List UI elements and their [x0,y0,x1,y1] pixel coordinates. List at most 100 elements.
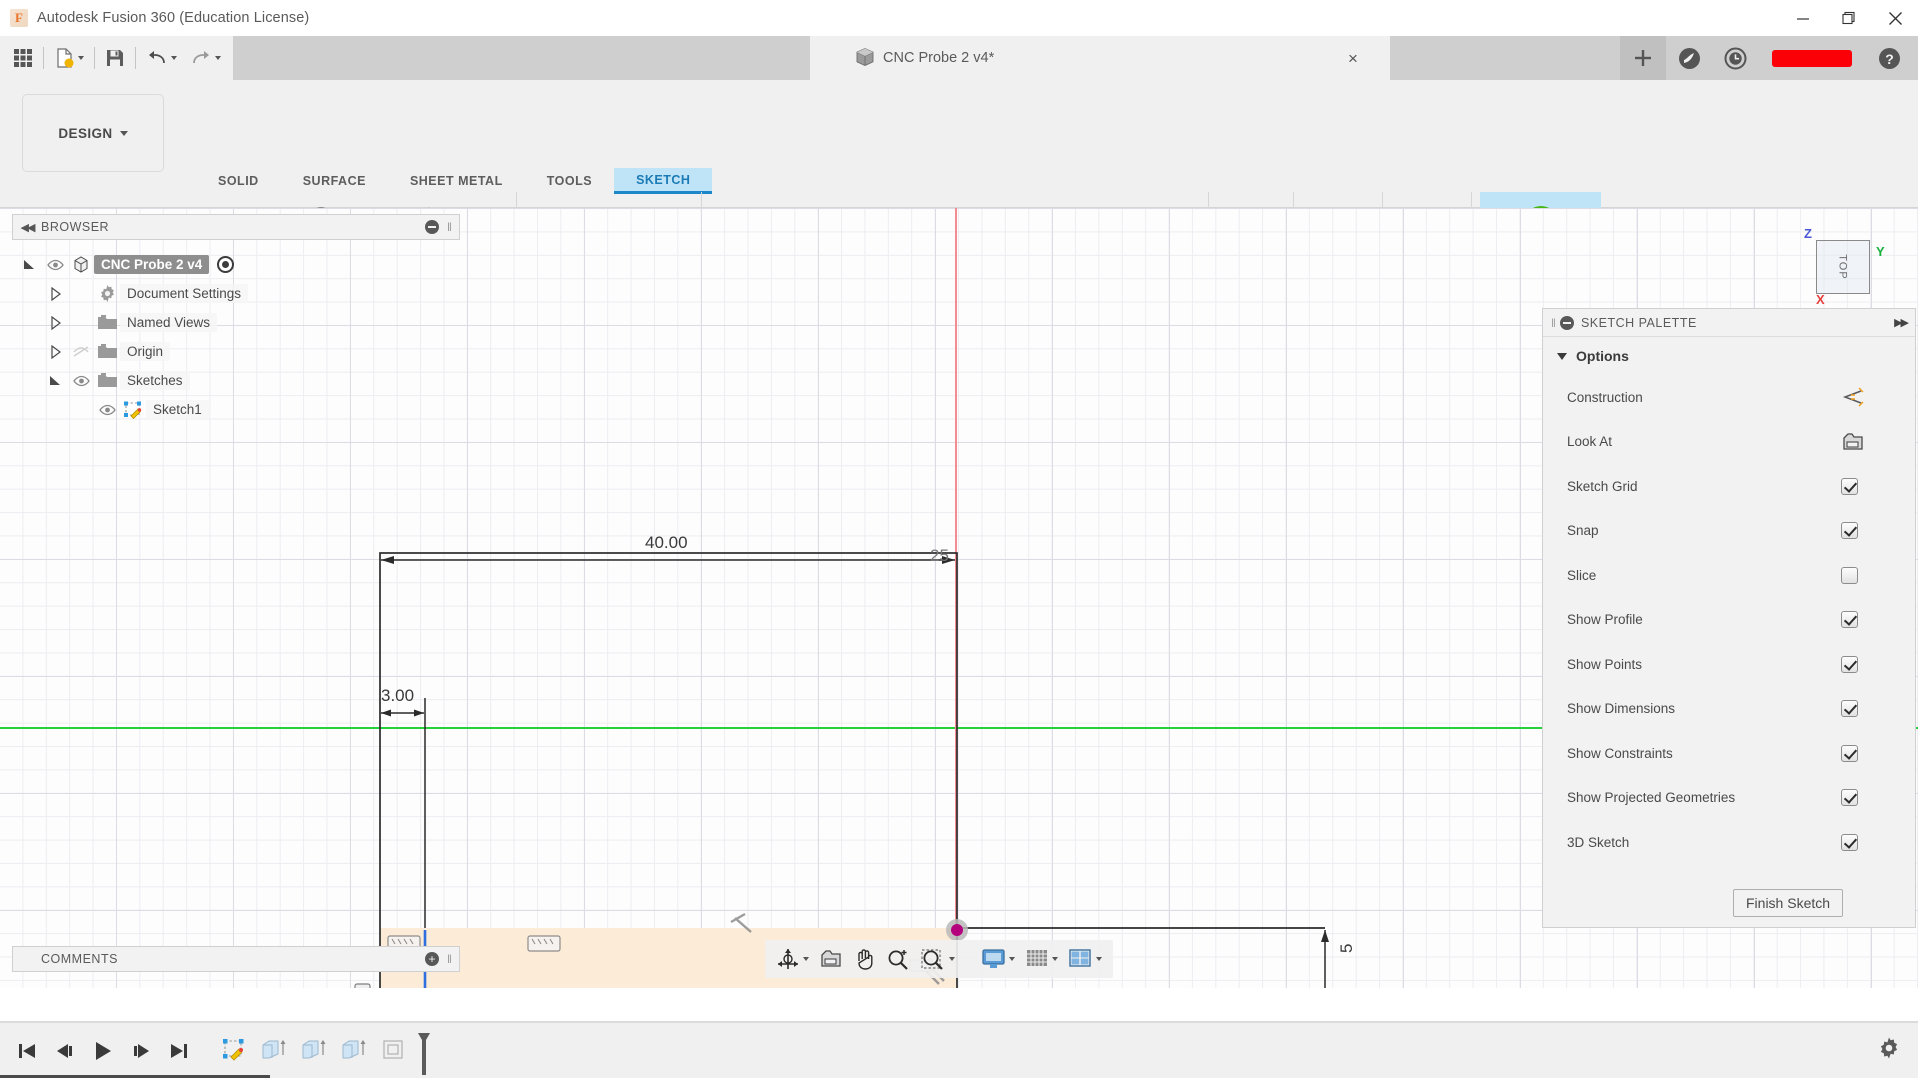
gear-icon[interactable] [1876,1035,1902,1061]
minimize-panel-icon[interactable] [425,220,439,234]
workspace-switcher[interactable]: DESIGN [22,94,164,172]
panel-grip-icon[interactable]: ‖ [447,952,455,966]
show-projected-geometries-checkbox[interactable] [1841,789,1858,807]
palette-row-show-constraints[interactable]: Show Constraints [1543,731,1915,776]
minimize-icon[interactable] [1780,0,1826,36]
activate-component-radio[interactable] [217,256,235,273]
undo-icon[interactable] [139,40,183,76]
palette-row-show-points[interactable]: Show Points [1543,642,1915,687]
twisty-closed-icon[interactable] [44,315,68,330]
show-profile-checkbox[interactable] [1841,611,1858,629]
tab-solid[interactable]: SOLID [196,168,281,194]
pan-hand-icon[interactable] [848,940,881,978]
snap-checkbox[interactable] [1841,522,1858,540]
step-forward-icon[interactable] [122,1033,160,1069]
dimension-3[interactable]: 3.00 [381,686,414,706]
visibility-eye-icon[interactable] [42,259,68,271]
timeline-marker[interactable] [414,1031,434,1075]
palette-row-sketch-grid[interactable]: Sketch Grid [1543,464,1915,509]
twisty-open-icon[interactable] [18,258,42,272]
tab-sheet-metal[interactable]: SHEET METAL [388,168,525,194]
twisty-open-icon[interactable] [44,374,68,388]
visibility-hidden-icon[interactable] [68,345,94,358]
grid-snap-icon[interactable] [1020,940,1063,978]
tab-tools[interactable]: TOOLS [525,168,614,194]
dimension-25[interactable]: 25 [930,546,949,566]
timeline-shell-feature[interactable] [374,1031,414,1069]
step-back-icon[interactable] [46,1033,84,1069]
palette-row-show-dimensions[interactable]: Show Dimensions [1543,687,1915,732]
timeline-extrude-feature[interactable] [294,1031,334,1069]
show-constraints-checkbox[interactable] [1841,744,1858,762]
zoom-icon[interactable] [881,940,915,978]
dimension-5[interactable]: 5 [1337,944,1357,953]
tab-surface[interactable]: SURFACE [281,168,388,194]
tab-sketch[interactable]: SKETCH [614,168,713,194]
play-icon[interactable] [84,1033,122,1069]
palette-row-slice[interactable]: Slice [1543,553,1915,598]
palette-row-construction[interactable]: Construction [1543,375,1915,420]
palette-row-show-projected-geometries[interactable]: Show Projected Geometries [1543,776,1915,821]
3d-sketch-checkbox[interactable] [1841,833,1858,851]
view-cube-face[interactable]: TOP [1816,240,1870,294]
redo-icon[interactable] [183,40,227,76]
comments-panel[interactable]: COMMENTS + ‖ [12,946,460,972]
visibility-eye-icon[interactable] [94,404,120,416]
app-logo-icon: F [10,9,28,27]
timeline-extrude-feature[interactable] [334,1031,374,1069]
tree-item-sketches[interactable]: Sketches [18,366,458,395]
skip-start-icon[interactable] [8,1033,46,1069]
show-dimensions-checkbox[interactable] [1841,700,1858,718]
collapse-icon[interactable]: ◀◀ [13,221,41,234]
twisty-closed-icon[interactable] [44,286,68,301]
twisty-closed-icon[interactable] [44,344,68,359]
viewports-icon[interactable] [1063,940,1107,978]
panel-grip-icon[interactable]: ‖ [1551,316,1556,330]
skip-end-icon[interactable] [160,1033,198,1069]
tree-item-label: Document Settings [120,284,249,303]
palette-row-look-at[interactable]: Look At [1543,420,1915,465]
dimension-40[interactable]: 40.00 [645,533,688,553]
chevron-down-icon [1096,957,1102,961]
options-section-header[interactable]: Options [1543,337,1915,375]
palette-row-snap[interactable]: Snap [1543,509,1915,554]
tree-item-origin[interactable]: Origin [18,337,458,366]
sketch-grid-checkbox[interactable] [1841,477,1858,495]
palette-row-show-profile[interactable]: Show Profile [1543,598,1915,643]
zoom-window-icon[interactable] [915,940,960,978]
close-icon[interactable]: × [1344,49,1362,67]
minimize-panel-icon[interactable] [1559,315,1574,330]
tree-item-sketch1[interactable]: Sketch1 [18,395,458,424]
recent-clock-icon[interactable] [1712,36,1758,80]
new-file-icon[interactable] [47,40,91,76]
show-points-checkbox[interactable] [1841,655,1858,673]
timeline-extrude-feature[interactable] [254,1031,294,1069]
tree-item-cnc-probe[interactable]: CNC Probe 2 v4 [18,250,458,279]
panel-grip-icon[interactable]: ‖ [447,220,455,234]
finish-sketch-button[interactable]: Finish Sketch [1733,889,1844,917]
job-status-icon[interactable] [1666,36,1712,80]
visibility-eye-icon[interactable] [68,375,94,387]
slice-checkbox[interactable] [1841,566,1858,584]
tree-item-named-views[interactable]: Named Views [18,308,458,337]
look-at-icon[interactable] [814,940,848,978]
tree-item-document-settings[interactable]: Document Settings [18,279,458,308]
grid-apps-icon[interactable] [6,40,40,76]
view-cube[interactable]: Z Y X TOP [1790,218,1898,314]
row-label: Show Points [1567,656,1643,672]
timeline-sketch-feature[interactable] [214,1031,254,1069]
palette-row-3d-sketch[interactable]: 3D Sketch [1543,820,1915,865]
close-icon[interactable] [1872,0,1918,36]
expand-icon[interactable]: ▶▶ [1894,316,1909,329]
construction-icon[interactable] [1841,387,1915,407]
look-at-icon[interactable] [1841,431,1915,453]
display-icon[interactable] [976,940,1020,978]
sketch-canvas[interactable]: 40.00 3.00 25 13.00 5 1.50 Z Y X TOP ◀◀ … [0,208,1918,988]
orbit-icon[interactable] [771,940,814,978]
maximize-icon[interactable] [1826,0,1872,36]
add-tab-button[interactable] [1620,36,1666,80]
document-tab[interactable]: CNC Probe 2 v4* × [810,36,1390,80]
add-comment-icon[interactable]: + [425,952,439,966]
save-icon[interactable] [98,40,132,76]
help-icon[interactable]: ? [1866,36,1912,80]
